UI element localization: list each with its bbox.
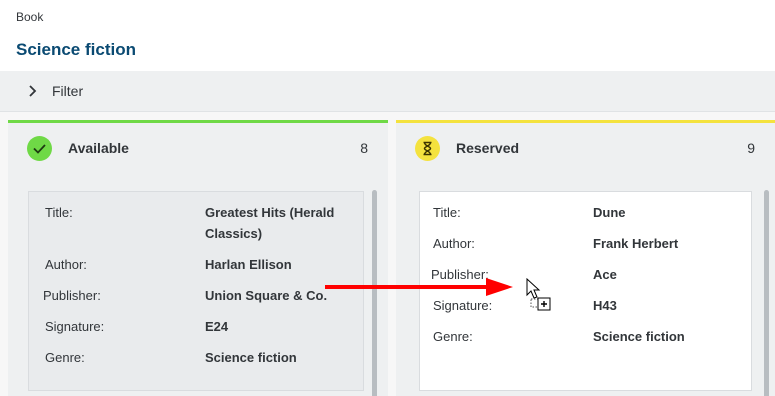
chevron-right-icon [28, 84, 38, 98]
field-label-author: Author: [433, 236, 475, 251]
book-card[interactable]: Title: Dune Author: Frank Herbert Publis… [419, 191, 752, 391]
field-label-author: Author: [45, 257, 87, 272]
drag-copy-cursor-icon [526, 278, 551, 311]
column-header: Reserved 9 [396, 123, 775, 177]
field-value-genre: Science fiction [205, 350, 297, 365]
column-title: Reserved [456, 140, 520, 156]
column-reserved: Reserved 9 Title: Dune Author: Frank Her… [396, 120, 775, 396]
column-title: Available [68, 140, 129, 156]
check-icon [27, 136, 52, 161]
page-title: Science fiction [16, 40, 136, 59]
column-header: Available 8 [8, 123, 388, 177]
breadcrumb[interactable]: Book [16, 10, 43, 24]
field-label-genre: Genre: [45, 350, 85, 365]
field-value-publisher: Ace [593, 267, 617, 282]
field-value-genre: Science fiction [593, 329, 685, 344]
field-label-title: Title: [433, 205, 461, 220]
field-label-publisher: Publisher: [431, 267, 489, 282]
book-card[interactable]: Title: Greatest Hits (Herald Classics) A… [28, 191, 364, 391]
filter-label: Filter [52, 83, 84, 99]
column-count: 8 [360, 140, 368, 156]
filter-toggle[interactable]: Filter [0, 71, 775, 112]
field-value-author: Frank Herbert [593, 236, 679, 251]
field-label-publisher: Publisher: [43, 288, 101, 303]
column-count: 9 [747, 140, 755, 156]
field-value-author: Harlan Ellison [205, 257, 292, 272]
field-label-signature: Signature: [433, 298, 493, 313]
column-scrollbar[interactable] [764, 190, 769, 396]
field-value-publisher: Union Square & Co. [205, 288, 328, 303]
field-value-title: Greatest Hits (Herald Classics) [205, 205, 335, 241]
hourglass-icon [415, 136, 440, 161]
field-label-title: Title: [45, 205, 73, 220]
field-label-genre: Genre: [433, 329, 473, 344]
field-value-signature: E24 [205, 319, 229, 334]
column-scrollbar[interactable] [372, 190, 377, 396]
column-available: Available 8 Title: Greatest Hits (Herald… [8, 120, 388, 396]
field-value-signature: H43 [593, 298, 617, 313]
field-value-title: Dune [593, 205, 626, 220]
field-label-signature: Signature: [45, 319, 105, 334]
